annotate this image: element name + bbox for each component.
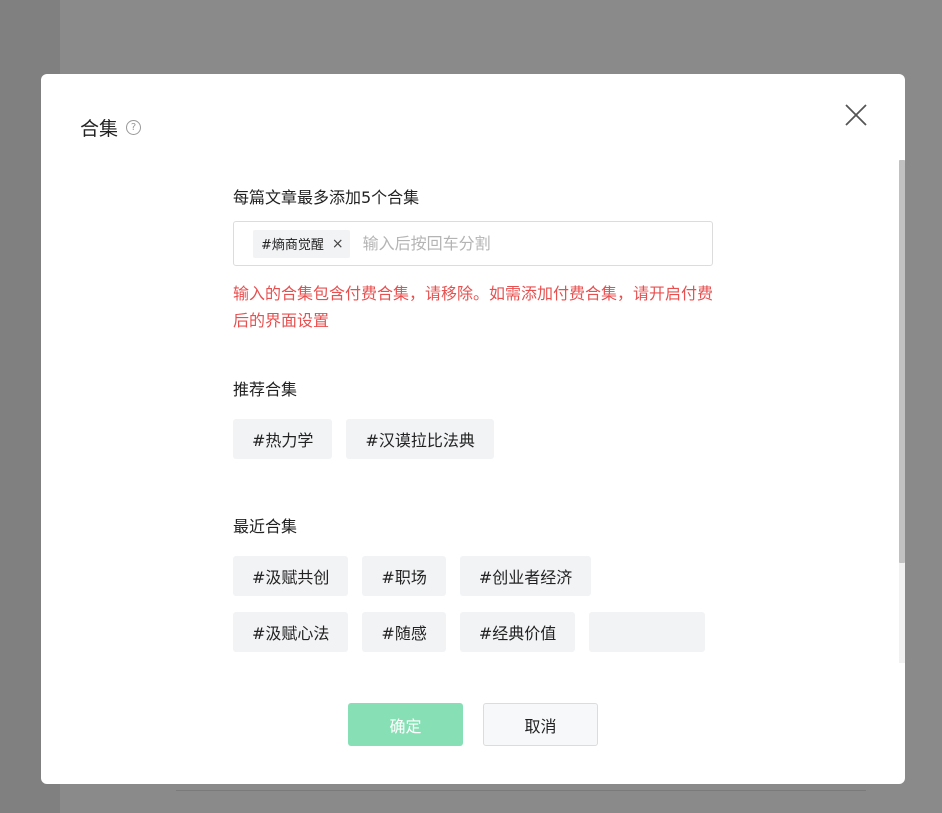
selected-chip: #熵商觉醒 × <box>253 229 350 258</box>
recent-tag[interactable]: #随感 <box>362 612 446 652</box>
cancel-button[interactable]: 取消 <box>483 703 598 746</box>
tag-text-input[interactable] <box>362 234 663 253</box>
scrollbar-thumb[interactable] <box>899 160 905 563</box>
close-icon[interactable] <box>843 102 869 128</box>
error-message: 输入的合集包含付费合集，请移除。如需添加付费合集，请开启付费后的界面设置 <box>233 284 714 330</box>
chip-remove-icon[interactable]: × <box>332 237 344 251</box>
chip-label: #熵商觉醒 <box>261 238 324 253</box>
recent-label: 最近合集 <box>233 517 298 536</box>
dialog-header: 合集 ? <box>80 114 142 141</box>
recent-tag[interactable]: #汲赋心法 <box>233 612 349 652</box>
recent-tag[interactable]: #职场 <box>362 556 446 596</box>
recommended-tag[interactable]: #热力学 <box>233 419 333 459</box>
recommended-tag[interactable]: #汉谟拉比法典 <box>346 419 494 459</box>
recent-tag-clipped[interactable] <box>589 612 706 652</box>
dialog-body: 每篇文章最多添加5个合集 #熵商觉醒 × 输入的合集包含付费合集，请移除。如需添… <box>41 160 899 663</box>
recent-tag[interactable]: #汲赋共创 <box>233 556 349 596</box>
dialog-title: 合集 <box>80 118 119 140</box>
help-icon[interactable]: ? <box>126 120 142 135</box>
recommended-label: 推荐合集 <box>233 380 298 399</box>
tag-input[interactable]: #熵商觉醒 × <box>233 221 713 266</box>
recent-tag-list: #汲赋共创 #职场 #创业者经济 #汲赋心法 #随感 #经典价值 <box>233 556 713 663</box>
tag-input-label: 每篇文章最多添加5个合集 <box>233 188 420 207</box>
dialog-content: 每篇文章最多添加5个合集 #熵商觉醒 × 输入的合集包含付费合集，请移除。如需添… <box>233 184 713 663</box>
recent-tag[interactable]: #经典价值 <box>459 612 576 652</box>
background-divider <box>176 790 866 791</box>
recent-section: 最近合集 #汲赋共创 #职场 #创业者经济 #汲赋心法 #随感 #经典价值 <box>233 513 713 663</box>
dialog-footer: 确定 取消 <box>41 663 905 784</box>
recommended-section: 推荐合集 #热力学 #汉谟拉比法典 <box>233 376 713 459</box>
recommended-tag-list: #热力学 #汉谟拉比法典 <box>233 419 713 459</box>
confirm-button[interactable]: 确定 <box>348 703 463 746</box>
scrollbar[interactable] <box>899 160 905 663</box>
recent-tag[interactable]: #创业者经济 <box>459 556 592 596</box>
collection-dialog: 合集 ? 每篇文章最多添加5个合集 #熵商觉醒 × 输入的合集包含付费合集，请移… <box>41 74 905 784</box>
